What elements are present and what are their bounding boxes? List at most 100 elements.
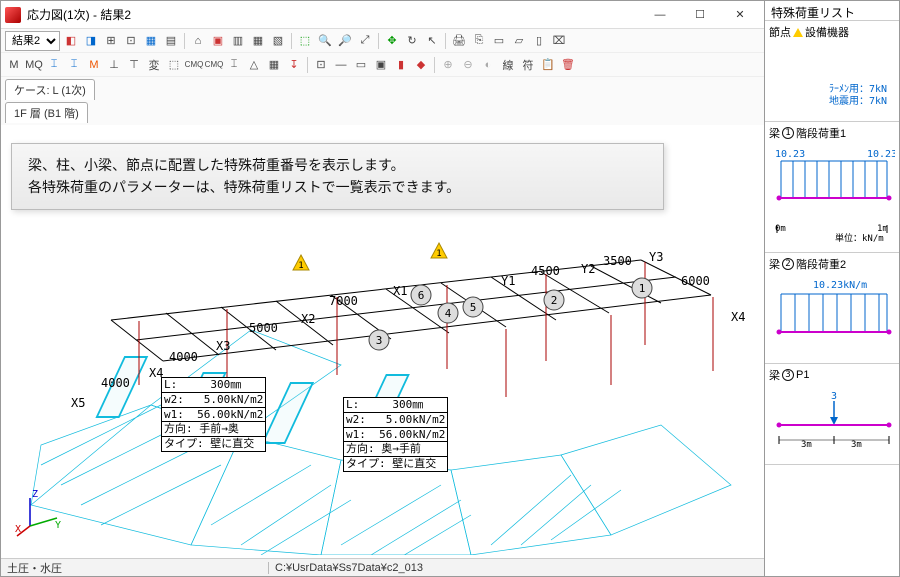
minimize-button[interactable]: — bbox=[640, 5, 680, 25]
toolbar-2: M MQ ⌶ ⌶ M ⊥ ⊤ 変 ⬚ CMQ CMQ ⌶ △ ▦ ↧ ⊡ — ▭… bbox=[1, 53, 764, 77]
tool-m[interactable]: M bbox=[5, 56, 23, 74]
tool-b5[interactable]: ▧ bbox=[269, 32, 287, 50]
svg-text:単位：kN/m: 単位：kN/m bbox=[835, 232, 884, 243]
marker-4: 4 bbox=[438, 303, 458, 323]
tool-grid[interactable]: ▦ bbox=[265, 56, 283, 74]
side-item-node: 節点設備機器 ﾗｰﾒﾝ用：7kN 地震用：7kN bbox=[765, 21, 899, 122]
tool-d1[interactable]: ▭ bbox=[490, 32, 508, 50]
tool-g3[interactable]: ◐ bbox=[479, 56, 497, 74]
load-info-2: L: 300㎜ w2: 5.00kN/m2 w1: 56.00kN/m2 方向:… bbox=[343, 397, 448, 472]
tool-g2[interactable]: ⊖ bbox=[459, 56, 477, 74]
tool-b1[interactable]: ⌂ bbox=[189, 32, 207, 50]
svg-text:1: 1 bbox=[298, 261, 303, 271]
tool-wb[interactable]: ⬚ bbox=[165, 56, 183, 74]
main-window: 応力図(1次) - 結果2 — ☐ ✕ 結果2 ◧ ◨ ⊞ ⊡ ▦ ▤ ⌂ ▣ … bbox=[0, 0, 765, 577]
side-diag-1: ﾗｰﾒﾝ用：7kN 地震用：7kN bbox=[769, 42, 895, 112]
tool-line[interactable]: — bbox=[332, 56, 350, 74]
separator bbox=[291, 33, 292, 49]
svg-text:Y3: Y3 bbox=[649, 250, 663, 264]
tool-sp1[interactable]: ⌶ bbox=[225, 56, 243, 74]
marker-2: 2 bbox=[544, 290, 564, 310]
case-tabs2: 1F 層 (B1 階) bbox=[1, 100, 764, 125]
tool-del[interactable]: 🗑 bbox=[559, 56, 577, 74]
tool-sel[interactable]: ▣ bbox=[372, 56, 390, 74]
tool-c1[interactable]: ⬚ bbox=[296, 32, 314, 50]
zoom-in-icon[interactable]: 🔍 bbox=[316, 32, 334, 50]
side-list[interactable]: 節点設備機器 ﾗｰﾒﾝ用：7kN 地震用：7kN 梁1階段荷重1 10.23 1… bbox=[765, 21, 899, 576]
svg-text:10.23kN/m: 10.23kN/m bbox=[813, 280, 867, 291]
tool-a2[interactable]: ◨ bbox=[82, 32, 100, 50]
separator bbox=[378, 33, 379, 49]
svg-text:3m: 3m bbox=[801, 440, 812, 450]
tool-hen[interactable]: 変 bbox=[145, 56, 163, 74]
tool-a1[interactable]: ◧ bbox=[62, 32, 80, 50]
marker-3: 3 bbox=[369, 330, 389, 350]
yellow-markers: 1 1 bbox=[293, 243, 447, 271]
tool-a5[interactable]: ▦ bbox=[142, 32, 160, 50]
tool-mq[interactable]: MQ bbox=[25, 56, 43, 74]
svg-text:6000: 6000 bbox=[681, 274, 710, 288]
tool-d3[interactable]: ▯ bbox=[530, 32, 548, 50]
separator bbox=[184, 33, 185, 49]
maximize-button[interactable]: ☐ bbox=[680, 5, 720, 25]
tool-face[interactable]: ▭ bbox=[352, 56, 370, 74]
side-diag-4: 3 3m 3m bbox=[769, 385, 895, 455]
tool-d2[interactable]: ▱ bbox=[510, 32, 528, 50]
tool-red[interactable]: ▮ bbox=[392, 56, 410, 74]
tool-d4[interactable]: ⌧ bbox=[550, 32, 568, 50]
side-diag-3: 10.23kN/m bbox=[769, 274, 895, 354]
tool-L2[interactable]: ⌶ bbox=[65, 56, 83, 74]
case-tab-floor[interactable]: 1F 層 (B1 階) bbox=[5, 102, 88, 123]
tool-b3[interactable]: ▥ bbox=[229, 32, 247, 50]
tool-cmq1[interactable]: CMQ bbox=[185, 56, 203, 74]
cursor-icon[interactable]: ↖ bbox=[423, 32, 441, 50]
side-item-beam1: 梁1階段荷重1 10.23 10.23 0m 1m bbox=[765, 122, 899, 253]
tool-L3[interactable]: ⊥ bbox=[105, 56, 123, 74]
marker-6: 6 bbox=[411, 285, 431, 305]
tool-sp2[interactable]: △ bbox=[245, 56, 263, 74]
close-button[interactable]: ✕ bbox=[720, 5, 760, 25]
tool-a6[interactable]: ▤ bbox=[162, 32, 180, 50]
tool-node[interactable]: ⊡ bbox=[312, 56, 330, 74]
rotate-icon[interactable]: ↻ bbox=[403, 32, 421, 50]
tool-pin[interactable]: ◆ bbox=[412, 56, 430, 74]
separator bbox=[445, 33, 446, 49]
axis-indicator: Z Y X bbox=[15, 488, 65, 538]
svg-text:4000: 4000 bbox=[101, 376, 130, 390]
tool-a3[interactable]: ⊞ bbox=[102, 32, 120, 50]
tool-sen[interactable]: 線 bbox=[499, 56, 517, 74]
tool-L4[interactable]: ⊤ bbox=[125, 56, 143, 74]
tool-g1[interactable]: ⊕ bbox=[439, 56, 457, 74]
svg-text:7000: 7000 bbox=[329, 294, 358, 308]
tool-b2[interactable]: ▣ bbox=[209, 32, 227, 50]
tool-cmq2[interactable]: CMQ bbox=[205, 56, 223, 74]
tool-fu[interactable]: 符 bbox=[519, 56, 537, 74]
svg-text:6: 6 bbox=[418, 289, 425, 302]
svg-text:5: 5 bbox=[470, 301, 477, 314]
tool-clip[interactable]: 📋 bbox=[539, 56, 557, 74]
svg-text:5000: 5000 bbox=[249, 321, 278, 335]
viewport-canvas[interactable]: 梁、柱、小梁、節点に配置した特殊荷重番号を表示します。 各特殊荷重のパラメーター… bbox=[1, 125, 764, 558]
app-icon bbox=[5, 7, 21, 23]
svg-text:4: 4 bbox=[445, 307, 452, 320]
tool-a4[interactable]: ⊡ bbox=[122, 32, 140, 50]
zoom-out-icon[interactable]: 🔎 bbox=[336, 32, 354, 50]
result-select[interactable]: 結果2 bbox=[5, 31, 60, 51]
tool-load[interactable]: ↧ bbox=[285, 56, 303, 74]
tool-m2[interactable]: M bbox=[85, 56, 103, 74]
tool-b4[interactable]: ▦ bbox=[249, 32, 267, 50]
svg-text:3m: 3m bbox=[851, 440, 862, 450]
zoom-fit-icon[interactable]: ⤢ bbox=[356, 32, 374, 50]
svg-text:Y2: Y2 bbox=[581, 262, 595, 276]
case-tab-load[interactable]: ケース: L (1次) bbox=[5, 79, 95, 100]
svg-text:Y: Y bbox=[55, 520, 61, 531]
print-icon[interactable]: 🖨 bbox=[450, 32, 468, 50]
svg-text:3500: 3500 bbox=[603, 254, 632, 268]
svg-text:X: X bbox=[15, 524, 21, 535]
separator bbox=[307, 57, 308, 73]
pan-icon[interactable]: ✥ bbox=[383, 32, 401, 50]
copy-icon[interactable]: ⎘ bbox=[470, 32, 488, 50]
tool-L1[interactable]: ⌶ bbox=[45, 56, 63, 74]
status-left: 土圧・水圧 bbox=[1, 560, 68, 576]
titlebar: 応力図(1次) - 結果2 — ☐ ✕ bbox=[1, 1, 764, 29]
